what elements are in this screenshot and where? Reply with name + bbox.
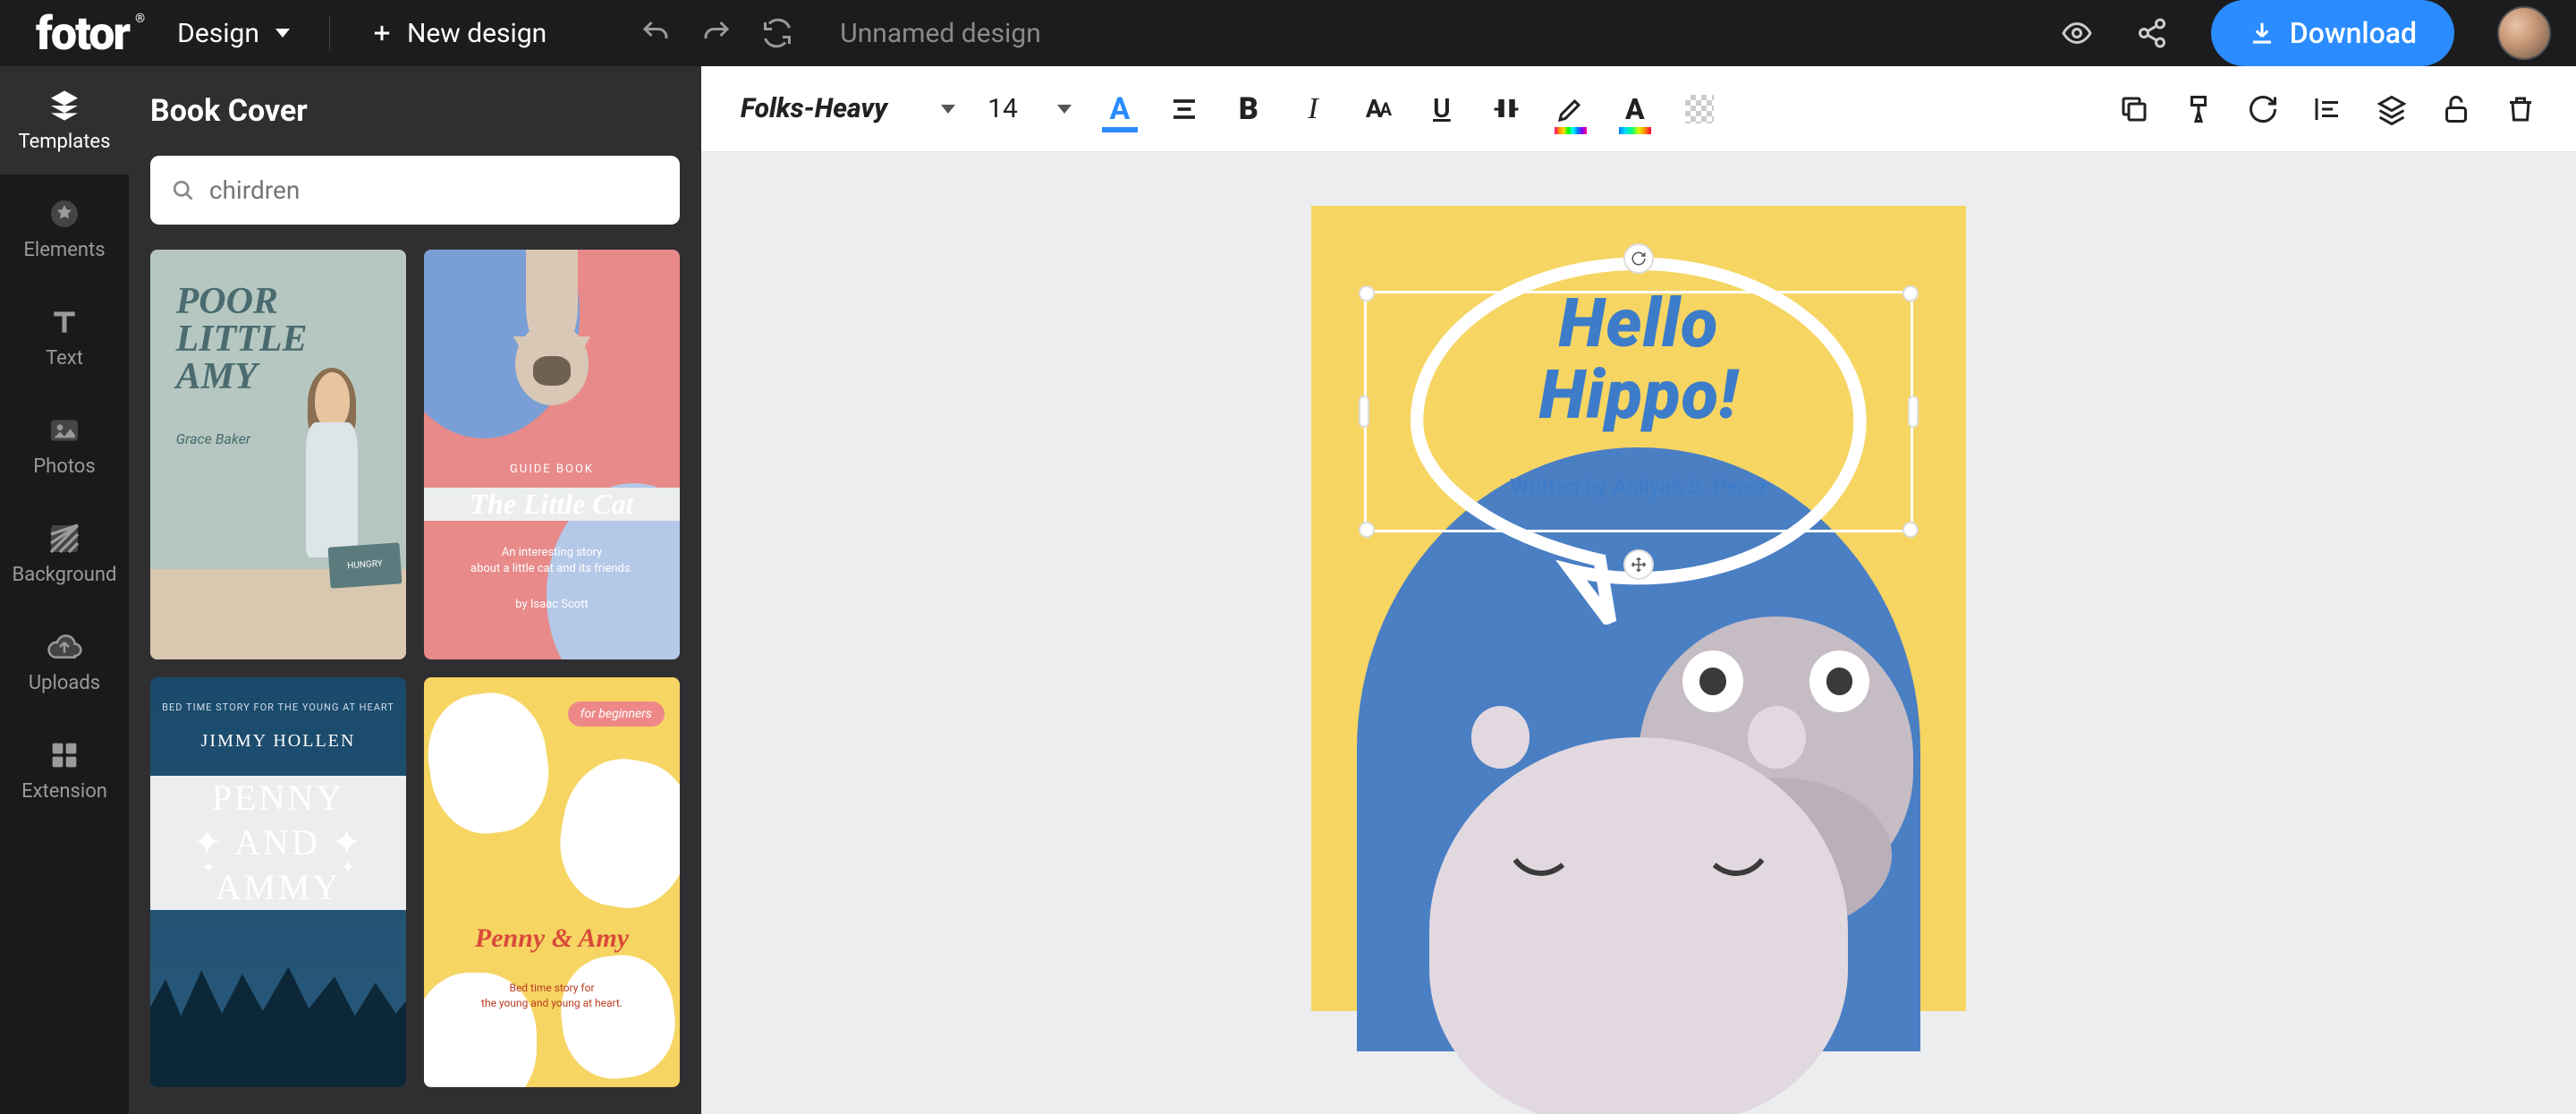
italic-button[interactable]: I bbox=[1297, 93, 1329, 125]
format-painter-button[interactable] bbox=[2182, 93, 2215, 125]
hippo-large-head bbox=[1429, 737, 1848, 1114]
chevron-down-icon[interactable] bbox=[941, 105, 955, 114]
copy-button[interactable] bbox=[2118, 93, 2150, 125]
new-design-button[interactable]: New design bbox=[369, 18, 547, 49]
design-label: Design bbox=[177, 18, 259, 49]
new-design-label: New design bbox=[407, 18, 547, 49]
photos-icon bbox=[47, 412, 82, 448]
rotate-handle[interactable] bbox=[1623, 243, 1654, 274]
nav-uploads[interactable]: Uploads bbox=[0, 608, 129, 716]
background-icon bbox=[47, 521, 82, 557]
template-author: JIMMY HOLLEN bbox=[150, 731, 406, 752]
logo[interactable]: fotor® bbox=[36, 6, 129, 61]
text-gradient-button[interactable]: A bbox=[1619, 93, 1651, 125]
resize-handle-ml[interactable] bbox=[1359, 395, 1369, 428]
panel-title: Book Cover bbox=[150, 93, 680, 129]
template-subtitle: BED TIME STORY FOR THE YOUNG AT HEART bbox=[150, 702, 406, 713]
nav-extension[interactable]: Extension bbox=[0, 716, 129, 824]
resize-handle-tr[interactable] bbox=[1902, 285, 1919, 302]
template-penny-ammy[interactable]: BED TIME STORY FOR THE YOUNG AT HEART JI… bbox=[150, 677, 406, 1087]
search-icon bbox=[172, 178, 195, 203]
undo-button[interactable] bbox=[640, 17, 672, 49]
text-icon bbox=[47, 304, 82, 340]
template-title: Penny & Amy bbox=[424, 923, 680, 954]
layers-button[interactable] bbox=[2376, 93, 2408, 125]
bold-button[interactable]: B bbox=[1233, 93, 1265, 125]
spacing-button[interactable]: II bbox=[1490, 93, 1522, 125]
uploads-icon bbox=[47, 629, 82, 665]
nav-text[interactable]: Text bbox=[0, 283, 129, 391]
download-icon bbox=[2249, 20, 2275, 47]
template-badge: for beginners bbox=[568, 702, 665, 727]
templates-panel: Book Cover POOR LITTLE AMY Grace Baker H… bbox=[129, 66, 701, 1114]
rotate-button[interactable] bbox=[2247, 93, 2279, 125]
nav-templates[interactable]: Templates bbox=[0, 66, 129, 174]
align-objects-button[interactable] bbox=[2311, 93, 2343, 125]
text-toolbar: Folks-Heavy 14 A B I AA U II A bbox=[701, 66, 2576, 152]
selection-box[interactable] bbox=[1364, 291, 1913, 532]
download-label: Download bbox=[2290, 16, 2417, 50]
template-sign: HUNGRY bbox=[328, 542, 402, 588]
align-button[interactable] bbox=[1168, 93, 1200, 125]
nav-label: Text bbox=[46, 347, 83, 370]
underline-button[interactable]: U bbox=[1426, 93, 1458, 125]
template-poor-little-amy[interactable]: POOR LITTLE AMY Grace Baker HUNGRY bbox=[150, 250, 406, 659]
nav-label: Uploads bbox=[29, 672, 100, 694]
font-family-select[interactable]: Folks-Heavy bbox=[741, 93, 887, 124]
sync-button[interactable] bbox=[761, 17, 793, 49]
document-title[interactable]: Unnamed design bbox=[840, 18, 1041, 49]
nav-label: Elements bbox=[23, 239, 105, 261]
template-penny-amy[interactable]: for beginners Penny & Amy Bed time story… bbox=[424, 677, 680, 1087]
template-author: Grace Baker bbox=[176, 430, 251, 447]
search-box[interactable] bbox=[150, 156, 680, 225]
nav-label: Photos bbox=[33, 455, 95, 478]
canvas-area[interactable]: Hello Hippo! Written by Aaliyah S. Perez bbox=[701, 152, 2576, 1114]
template-title: PENNY ✦ AND ✦ AMMY bbox=[150, 776, 406, 910]
avatar[interactable] bbox=[2497, 6, 2551, 60]
template-desc: Bed time story for the young and young a… bbox=[424, 981, 680, 1011]
font-size-select[interactable]: 14 bbox=[987, 93, 1018, 124]
template-subtitle: GUIDE BOOK bbox=[424, 463, 680, 476]
canvas[interactable]: Hello Hippo! Written by Aaliyah S. Perez bbox=[1311, 206, 1966, 1011]
divider bbox=[329, 15, 330, 51]
plus-icon bbox=[369, 21, 394, 46]
search-input[interactable] bbox=[209, 175, 658, 205]
nav-label: Background bbox=[13, 564, 117, 586]
elements-icon bbox=[47, 196, 82, 232]
vertical-nav: Templates Elements Text Photos Backgroun… bbox=[0, 66, 129, 1114]
logo-text: fotor bbox=[36, 6, 129, 61]
extension-icon bbox=[47, 737, 82, 773]
resize-handle-mr[interactable] bbox=[1908, 395, 1919, 428]
topbar: fotor® Design New design Unnamed design … bbox=[0, 0, 2576, 66]
uppercase-button[interactable]: AA bbox=[1361, 93, 1394, 125]
template-little-cat[interactable]: GUIDE BOOK The Little Cat An interesting… bbox=[424, 250, 680, 659]
nav-label: Templates bbox=[19, 131, 111, 153]
design-dropdown[interactable]: Design bbox=[177, 18, 290, 49]
template-desc: An interesting story about a little cat … bbox=[424, 545, 680, 577]
main-area: Folks-Heavy 14 A B I AA U II A bbox=[701, 66, 2576, 1114]
download-button[interactable]: Download bbox=[2211, 0, 2454, 66]
share-button[interactable] bbox=[2136, 17, 2168, 49]
templates-icon bbox=[47, 88, 82, 123]
template-author: by Isaac Scott bbox=[424, 598, 680, 611]
nav-photos[interactable]: Photos bbox=[0, 391, 129, 499]
nav-background[interactable]: Background bbox=[0, 499, 129, 608]
text-color-button[interactable]: A bbox=[1104, 93, 1136, 125]
redo-button[interactable] bbox=[700, 17, 733, 49]
opacity-button[interactable] bbox=[1683, 93, 1716, 125]
nav-elements[interactable]: Elements bbox=[0, 174, 129, 283]
delete-button[interactable] bbox=[2504, 93, 2537, 125]
chevron-down-icon bbox=[275, 29, 290, 38]
nav-label: Extension bbox=[21, 780, 107, 803]
template-title: The Little Cat bbox=[424, 488, 680, 521]
resize-handle-bl[interactable] bbox=[1359, 522, 1375, 538]
highlight-button[interactable] bbox=[1555, 93, 1587, 125]
lock-button[interactable] bbox=[2440, 93, 2472, 125]
chevron-down-icon[interactable] bbox=[1057, 105, 1072, 114]
move-handle[interactable] bbox=[1623, 549, 1654, 580]
preview-button[interactable] bbox=[2061, 17, 2093, 49]
resize-handle-br[interactable] bbox=[1902, 522, 1919, 538]
resize-handle-tl[interactable] bbox=[1359, 285, 1375, 302]
